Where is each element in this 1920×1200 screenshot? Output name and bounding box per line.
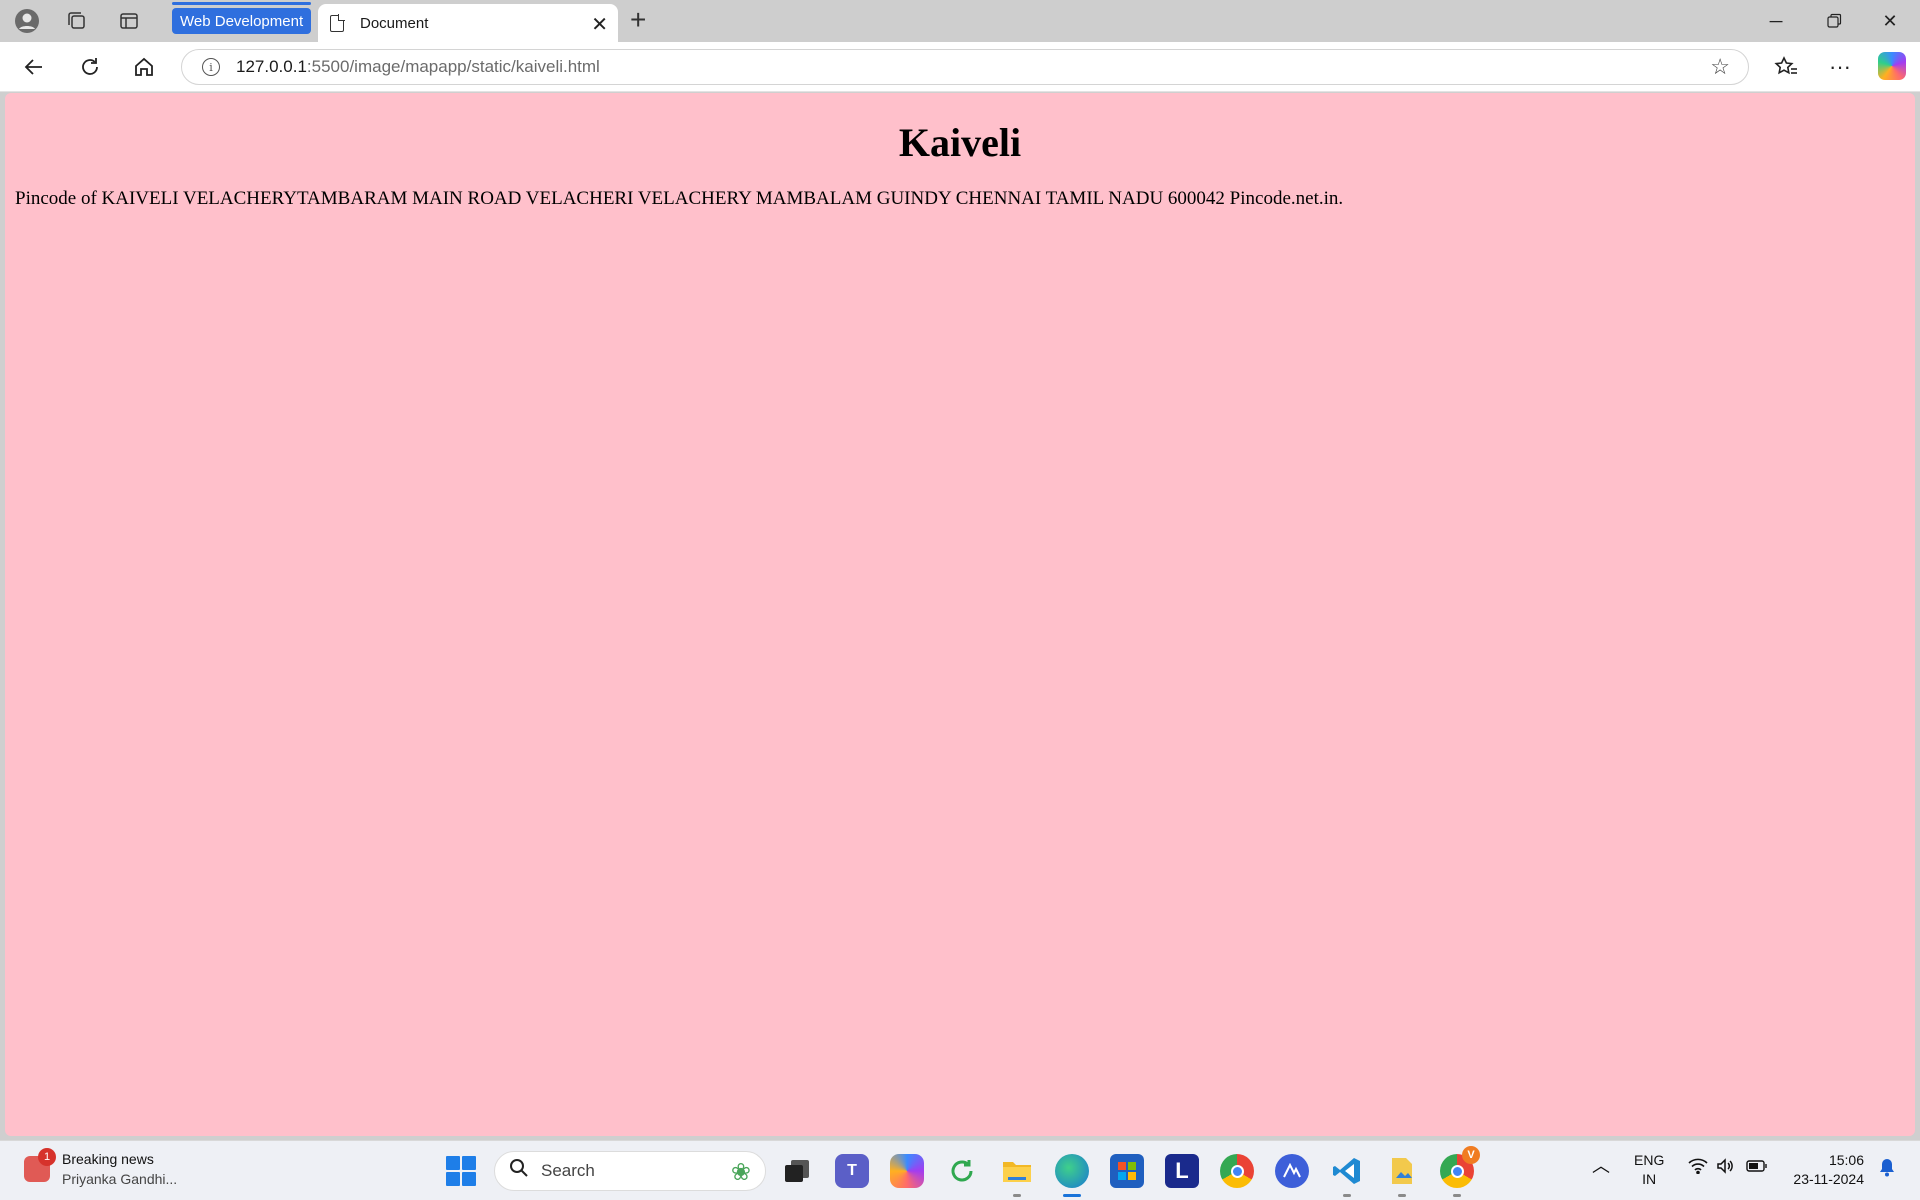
wifi-icon[interactable] — [1688, 1158, 1708, 1179]
favorites-icon[interactable] — [1768, 50, 1804, 84]
clock-time: 15:06 — [1828, 1152, 1864, 1168]
browser-title-bar: Web Development Document ✕ + ─ ✕ — [0, 0, 1920, 42]
minimize-icon[interactable]: ─ — [1748, 4, 1804, 38]
arc-icon[interactable] — [1275, 1154, 1309, 1188]
home-icon[interactable] — [126, 50, 162, 84]
file-app-icon[interactable] — [1385, 1154, 1419, 1197]
windows-start-icon[interactable] — [446, 1156, 476, 1186]
search-highlight-icon: ❀ — [730, 1159, 751, 1186]
store-icon[interactable] — [1110, 1154, 1144, 1188]
chrome-profile-icon[interactable]: V — [1440, 1146, 1480, 1197]
tab-group-label[interactable]: Web Development — [172, 2, 312, 34]
task-view-icon[interactable] — [780, 1154, 814, 1188]
vscode-icon[interactable] — [1330, 1154, 1364, 1197]
address-bar[interactable]: i 127.0.0.1:5500/image/mapapp/static/kai… — [181, 49, 1749, 85]
new-tab-icon[interactable]: + — [630, 4, 646, 36]
notification-bell-icon[interactable] — [1878, 1157, 1896, 1182]
file-explorer-icon[interactable] — [1000, 1154, 1034, 1197]
chrome-profile-badge: V — [1462, 1146, 1480, 1164]
restore-icon[interactable] — [1806, 4, 1862, 38]
clock[interactable]: 15:06 23-11-2024 — [1784, 1151, 1864, 1189]
edge-icon[interactable] — [1055, 1154, 1089, 1197]
volume-icon[interactable] — [1716, 1158, 1734, 1179]
refresh-icon[interactable] — [72, 50, 108, 84]
news-subtitle: Priyanka Gandhi... — [62, 1171, 178, 1187]
show-hidden-icons[interactable]: ︿ — [1592, 1157, 1610, 1176]
taskbar: 1 Breaking news Priyanka Gandhi... Searc… — [0, 1140, 1920, 1200]
back-icon[interactable] — [16, 50, 52, 84]
tab-document[interactable]: Document ✕ — [318, 4, 618, 42]
language-indicator[interactable]: ENG IN — [1634, 1151, 1664, 1189]
page-title: Kaiveli — [898, 120, 1022, 165]
news-icon: 1 — [24, 1148, 56, 1182]
search-placeholder: Search — [541, 1161, 595, 1180]
news-title: Breaking news — [62, 1151, 154, 1167]
tab-actions-icon[interactable] — [108, 6, 150, 36]
chrome-icon[interactable] — [1220, 1154, 1254, 1188]
document-icon — [330, 13, 345, 32]
region-code: IN — [1642, 1171, 1657, 1187]
pincode-text: Pincode of KAIVELI VELACHERYTAMBARAM MAI… — [15, 188, 1344, 209]
page-viewport: Kaiveli Pincode of KAIVELI VELACHERYTAMB… — [5, 93, 1915, 1136]
teams-icon[interactable]: T — [835, 1154, 869, 1188]
tab-title: Document — [360, 14, 429, 32]
workspaces-icon[interactable] — [56, 6, 98, 36]
favorite-star-icon[interactable]: ☆ — [1710, 54, 1730, 80]
news-widget[interactable]: 1 Breaking news Priyanka Gandhi... — [24, 1148, 178, 1189]
url-path: :5500/image/mapapp/static/kaiveli.html — [306, 57, 600, 76]
search-icon — [509, 1158, 529, 1184]
more-options-icon[interactable]: ··· — [1822, 50, 1858, 84]
refresh-app-icon[interactable] — [945, 1154, 979, 1188]
news-badge: 1 — [38, 1148, 56, 1166]
battery-icon[interactable] — [1746, 1159, 1768, 1178]
l-app-icon[interactable]: L — [1165, 1154, 1199, 1188]
close-window-icon[interactable]: ✕ — [1862, 4, 1918, 38]
site-info-icon[interactable]: i — [202, 58, 220, 76]
url-host: 127.0.0.1 — [236, 57, 307, 76]
close-tab-icon[interactable]: ✕ — [591, 12, 608, 37]
taskbar-search[interactable]: Search ❀ — [494, 1151, 766, 1191]
copilot-app-icon[interactable] — [890, 1154, 924, 1188]
clock-date: 23-11-2024 — [1793, 1171, 1864, 1187]
profile-icon[interactable] — [6, 6, 48, 36]
browser-toolbar: i 127.0.0.1:5500/image/mapapp/static/kai… — [0, 42, 1920, 92]
copilot-icon[interactable] — [1878, 52, 1906, 80]
language-code: ENG — [1634, 1152, 1665, 1168]
